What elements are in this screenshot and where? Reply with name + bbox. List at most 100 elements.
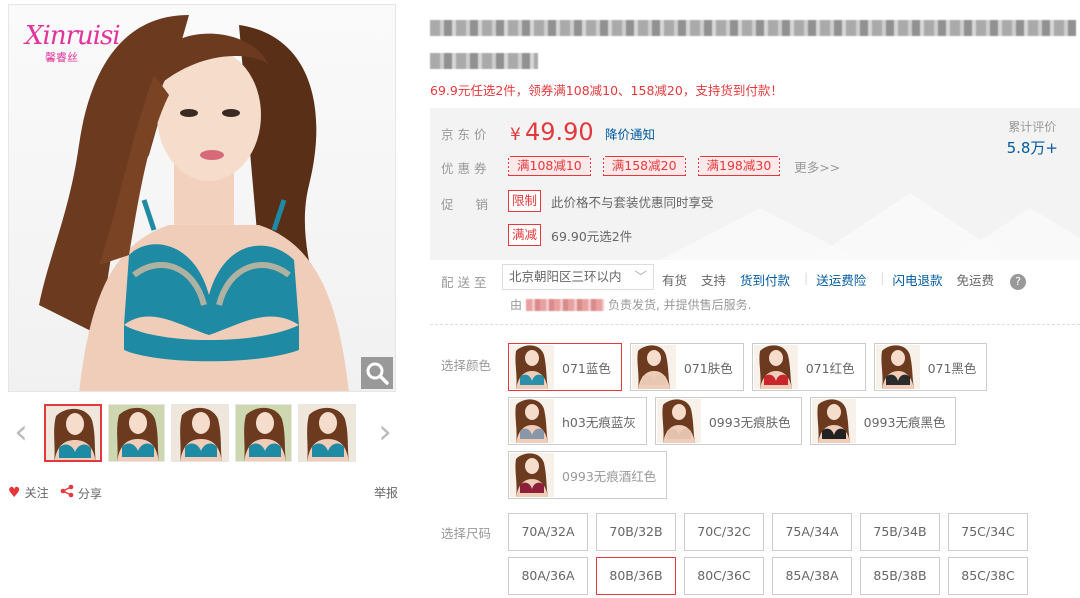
size-label: 选择尺码: [441, 526, 492, 541]
thumbnail-image: [46, 406, 100, 460]
free-shipping: 免运费?: [957, 270, 1041, 290]
chevron-right-icon[interactable]: ›: [372, 412, 398, 452]
color-option[interactable]: 071黑色: [873, 343, 988, 391]
color-swatch-image: [510, 453, 554, 497]
report-link[interactable]: 举报: [374, 484, 398, 501]
redacted-title-line: [430, 20, 1076, 36]
color-swatch-image: [631, 345, 676, 389]
service-refund-link[interactable]: 闪电退款: [893, 270, 943, 290]
coupon[interactable]: 满198减30: [696, 156, 782, 176]
address-selector[interactable]: 北京朝阳区三环以内 ﹀: [502, 264, 654, 290]
chevron-down-icon: ﹀: [634, 269, 647, 284]
thumbnail-image: [108, 405, 165, 461]
color-option[interactable]: 0993无痕肤色: [654, 397, 802, 445]
color-option-label: 0993无痕酒红色: [562, 468, 657, 484]
chevron-left-icon[interactable]: ‹: [8, 412, 34, 452]
rating-label: 累计评价: [1008, 120, 1057, 134]
color-option[interactable]: 071红色: [751, 343, 866, 391]
size-option[interactable]: 75A/34A: [772, 513, 852, 551]
currency-symbol: ¥: [510, 125, 521, 145]
price: ¥ 49.90: [510, 118, 594, 146]
thumbnail-image: [235, 405, 292, 461]
size-option[interactable]: 70A/32A: [508, 513, 588, 551]
follow-button[interactable]: ♥ 关注: [8, 484, 49, 501]
support-label: 支持: [701, 273, 727, 288]
promo-tag: 满减: [508, 224, 542, 246]
rating-value: 5.8万+: [1006, 139, 1058, 157]
coupon[interactable]: 满158减20: [601, 156, 687, 176]
size-option[interactable]: 80B/36B: [596, 557, 676, 595]
color-option[interactable]: 0993无痕黑色: [809, 397, 957, 445]
color-option-label: 071红色: [805, 360, 855, 376]
section-divider: [430, 324, 1080, 325]
thumbnail-list: [44, 404, 362, 462]
gallery-thumbnail[interactable]: [44, 404, 102, 462]
price-summary: 京东价 ¥ 49.90 降价通知 累计评价 5.8万+ 优惠券 满108减10 …: [430, 108, 1080, 260]
share-icon: [60, 484, 74, 502]
size-option[interactable]: 85B/38B: [860, 557, 940, 595]
color-swatch-image: [656, 399, 701, 443]
price-label: 京东价: [441, 127, 491, 142]
color-label: 选择颜色: [441, 358, 492, 373]
free-shipping-label: 免运费: [956, 273, 995, 288]
help-icon[interactable]: ?: [1010, 273, 1027, 290]
color-option-label: 071黑色: [927, 360, 977, 376]
seller-prefix: 由: [510, 298, 523, 312]
color-option[interactable]: 071肤色: [629, 343, 744, 391]
coupon-list: 满108减10 满158减20 满198减30 更多>>: [507, 156, 840, 176]
color-option[interactable]: h03无痕蓝灰: [508, 397, 647, 445]
brand-logo-sub: 馨睿丝: [45, 51, 78, 64]
color-option[interactable]: 071蓝色: [508, 343, 622, 391]
gallery-thumbnail[interactable]: [171, 404, 229, 462]
service-insurance-link[interactable]: 送运费险: [816, 270, 866, 290]
gallery-thumbnail[interactable]: [234, 404, 293, 462]
seller-info: 由 负责发货, 并提供售后服务.: [510, 296, 751, 313]
color-option-label: 0993无痕黑色: [863, 414, 946, 430]
size-options: 70A/32A 70B/32B 70C/32C 75A/34A 75B/34B 75C/3…: [508, 513, 1040, 598]
gallery-actions: ♥ 关注 分享 举报: [8, 484, 398, 504]
color-swatch-image: [753, 345, 798, 389]
share-button[interactable]: 分享: [60, 484, 102, 502]
promo-label: 促销: [441, 197, 511, 212]
size-option[interactable]: 85A/38A: [772, 557, 852, 595]
thumbnail-strip: ‹ ›: [8, 404, 398, 474]
color-option-label: h03无痕蓝灰: [562, 414, 636, 430]
price-notice-link[interactable]: 降价通知: [605, 124, 655, 143]
address-value: 北京朝阳区三环以内: [509, 269, 622, 284]
coupon[interactable]: 满108减10: [507, 156, 592, 176]
rating-summary[interactable]: 累计评价 5.8万+: [1007, 118, 1058, 158]
gallery-thumbnail[interactable]: [107, 404, 166, 462]
color-swatch-image: [510, 399, 554, 443]
color-option[interactable]: 0993无痕酒红色: [508, 451, 668, 499]
color-selector: 选择颜色 071蓝色 071肤色 071红色 071黑色 h03无痕蓝灰 0993无痕肤色…: [430, 343, 1080, 513]
delivery-label: 配送至: [441, 275, 491, 290]
seller-name-redacted[interactable]: [526, 298, 605, 311]
product-info: 69.9元任选2件，领券满108减10、158减20，支持货到付款！ 京东价 ¥…: [430, 14, 1080, 595]
brand-logo-word: Xinruisi: [25, 21, 121, 51]
heart-icon: ♥: [8, 484, 21, 501]
more-coupons-link[interactable]: 更多>>: [794, 157, 840, 176]
main-product-image[interactable]: Xinruisi 馨睿丝: [8, 4, 396, 392]
size-option[interactable]: 80C/36C: [684, 557, 764, 595]
size-option[interactable]: 75B/34B: [860, 513, 940, 551]
brand-logo: Xinruisi 馨睿丝: [25, 21, 121, 81]
gallery-thumbnail[interactable]: [298, 404, 356, 462]
stock-status: 有货: [662, 273, 688, 288]
redacted-title-line: [430, 53, 538, 69]
delivery-services: 有货 支持 货到付款 | 送运费险 | 闪电退款 免运费?: [662, 270, 1054, 290]
promo-text: 此价格不与套装优惠同时享受: [551, 194, 714, 210]
service-cod-link[interactable]: 货到付款: [740, 270, 790, 290]
zoom-button[interactable]: [361, 357, 393, 389]
promo-news: 69.9元任选2件，领券满108减10、158减20，支持货到付款！: [430, 83, 783, 98]
promo-text[interactable]: 69.90元选2件: [551, 226, 632, 245]
size-option[interactable]: 70C/32C: [684, 513, 764, 551]
promotion-item: 满减 69.90元选2件: [508, 224, 632, 246]
divider: |: [804, 270, 809, 285]
color-swatch-image: [510, 345, 554, 389]
size-option[interactable]: 75C/34C: [948, 513, 1028, 551]
size-option[interactable]: 80A/36A: [508, 557, 588, 595]
color-swatch-image: [875, 345, 920, 389]
size-option[interactable]: 70B/32B: [596, 513, 676, 551]
divider: |: [880, 270, 885, 285]
size-option[interactable]: 85C/38C: [948, 557, 1028, 595]
